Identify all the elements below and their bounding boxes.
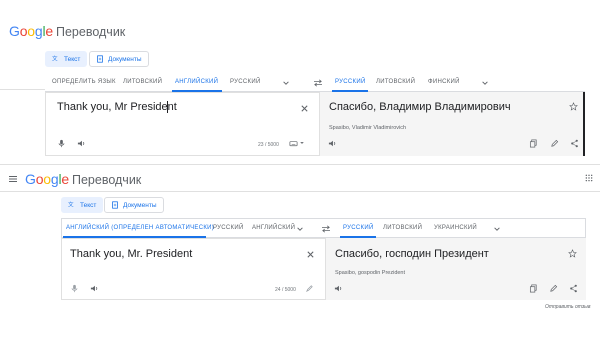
target-lang-lithuanian[interactable]: ЛИТОВСКИЙ <box>383 225 422 231</box>
document-icon <box>112 201 118 209</box>
character-count: 23 / 5000 <box>258 142 279 148</box>
source-lang-english[interactable]: АНГЛИЙСКИЙ <box>175 79 218 85</box>
text-mode-button[interactable]: 文 Текст <box>61 197 104 213</box>
chevron-down-icon[interactable] <box>493 225 501 233</box>
source-lang-english-detected[interactable]: АНГЛИЙСКИЙ (ОПРЕДЕЛЕН АВТОМАТИЧЕСКИ) <box>66 225 214 231</box>
target-lang-lithuanian[interactable]: ЛИТОВСКИЙ <box>376 79 415 85</box>
microphone-icon[interactable] <box>57 139 66 148</box>
microphone-icon[interactable] <box>70 284 79 293</box>
speaker-icon[interactable] <box>77 139 86 148</box>
star-icon[interactable] <box>568 249 577 258</box>
divider <box>0 89 45 90</box>
source-lang-russian[interactable]: РУССКИЙ <box>213 225 244 231</box>
edit-icon[interactable] <box>549 284 558 293</box>
close-icon[interactable] <box>306 250 315 259</box>
product-name: Переводчик <box>72 173 142 187</box>
google-wordmark: Google <box>25 171 69 187</box>
documents-mode-button[interactable]: Документы <box>89 51 149 67</box>
chevron-down-icon[interactable] <box>296 225 304 233</box>
panel-edge <box>583 92 585 156</box>
speaker-icon[interactable] <box>90 284 99 293</box>
header-divider <box>0 191 600 192</box>
edit-icon[interactable] <box>550 139 559 148</box>
google-translate-logo[interactable]: Google Переводчик <box>9 23 125 39</box>
translate-icon: 文 <box>68 201 74 209</box>
google-translate-logo[interactable]: Google Переводчик <box>25 171 141 187</box>
speaker-icon[interactable] <box>328 139 337 148</box>
chevron-down-icon[interactable] <box>481 79 489 87</box>
chevron-down-icon[interactable] <box>282 79 290 87</box>
send-feedback-link[interactable]: Отправить отзыв <box>545 304 590 310</box>
chevron-down-icon[interactable] <box>299 140 305 146</box>
swap-languages-icon[interactable] <box>321 225 331 233</box>
translation-output: Спасибо, господин Президент <box>335 248 489 260</box>
apps-grid-icon[interactable] <box>585 174 593 182</box>
target-lang-finnish[interactable]: ФИНСКИЙ <box>428 79 460 85</box>
source-lang-detect[interactable]: ОПРЕДЕЛИТЬ ЯЗЫК <box>52 79 116 85</box>
share-icon[interactable] <box>569 284 578 293</box>
screenshot-divider <box>0 164 600 165</box>
text-mode-label: Текст <box>80 201 97 209</box>
menu-icon[interactable] <box>8 174 18 184</box>
close-icon[interactable] <box>300 104 309 113</box>
star-icon[interactable] <box>569 102 578 111</box>
text-mode-button[interactable]: 文 Текст <box>45 51 88 67</box>
swap-languages-icon[interactable] <box>313 79 323 87</box>
share-icon[interactable] <box>570 139 579 148</box>
documents-mode-label: Документы <box>123 201 157 209</box>
google-wordmark: Google <box>9 23 53 39</box>
product-name: Переводчик <box>56 25 126 39</box>
source-lang-english[interactable]: АНГЛИЙСКИЙ <box>252 225 295 231</box>
transliteration: Spasibo, Vladimir Vladimirovich <box>329 125 407 131</box>
svg-text:文: 文 <box>52 55 58 63</box>
keyboard-icon[interactable] <box>289 139 298 148</box>
source-lang-lithuanian[interactable]: ЛИТОВСКИЙ <box>123 79 162 85</box>
target-lang-russian[interactable]: РУССКИЙ <box>343 225 374 231</box>
speaker-icon[interactable] <box>334 284 343 293</box>
target-lang-russian[interactable]: РУССКИЙ <box>335 79 366 85</box>
source-text-input[interactable]: Thank you, Mr. President <box>70 248 192 260</box>
handwriting-icon[interactable] <box>305 284 314 293</box>
text-mode-label: Текст <box>64 55 81 63</box>
transliteration: Spasibo, gospodin Prezident <box>335 270 406 276</box>
text-cursor <box>167 101 168 113</box>
copy-icon[interactable] <box>529 284 538 293</box>
document-icon <box>97 55 103 63</box>
documents-mode-label: Документы <box>108 55 142 63</box>
source-text-input[interactable]: Thank you, Mr President <box>57 101 177 113</box>
copy-icon[interactable] <box>529 139 538 148</box>
translate-icon: 文 <box>52 55 58 63</box>
documents-mode-button[interactable]: Документы <box>104 197 164 213</box>
svg-text:文: 文 <box>68 201 74 209</box>
target-lang-ukrainian[interactable]: УКРАИНСКИЙ <box>434 225 477 231</box>
translation-output: Спасибо, Владимир Владимирович <box>329 101 511 113</box>
source-lang-russian[interactable]: РУССКИЙ <box>230 79 261 85</box>
character-count: 24 / 5000 <box>275 287 296 293</box>
